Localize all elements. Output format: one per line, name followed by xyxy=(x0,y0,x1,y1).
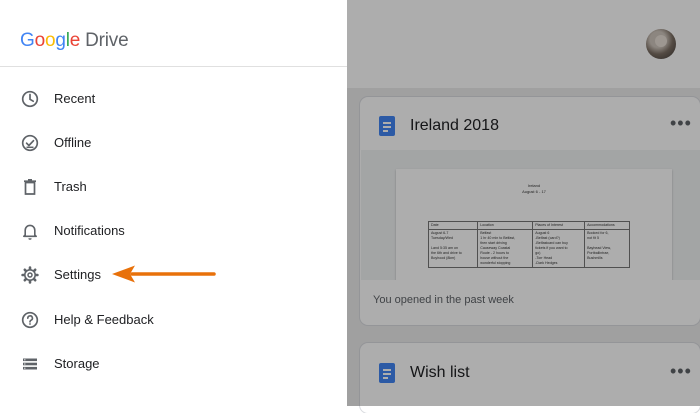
google-wordmark-letter: o xyxy=(44,30,56,51)
drawer-item-label: Settings xyxy=(54,267,101,282)
storage-icon xyxy=(20,354,40,374)
drawer-item-trash[interactable]: Trash xyxy=(0,167,347,207)
drawer-item-label: Help & Feedback xyxy=(54,312,154,327)
google-wordmark-letter: G xyxy=(20,30,35,51)
drawer-item-offline[interactable]: Offline xyxy=(0,123,347,163)
clock-icon xyxy=(20,89,40,109)
google-wordmark-letter: g xyxy=(55,30,66,51)
offline-check-icon xyxy=(20,133,40,153)
google-wordmark-letter: o xyxy=(34,30,46,51)
google-wordmark-letter: e xyxy=(69,30,81,51)
drawer-item-label: Trash xyxy=(54,179,87,194)
help-icon xyxy=(20,310,40,330)
drawer-item-notifications[interactable]: Notifications xyxy=(0,211,347,251)
drawer-item-label: Offline xyxy=(54,135,92,150)
drawer-item-label: Recent xyxy=(54,91,96,106)
drawer-item-label: Storage xyxy=(54,356,100,371)
google-drive-logo: Google Drive xyxy=(20,30,129,52)
drawer-item-storage[interactable]: Storage xyxy=(0,344,347,384)
gear-icon xyxy=(20,265,40,285)
bell-icon xyxy=(20,221,40,241)
drawer-divider xyxy=(0,66,347,67)
drawer-item-label: Notifications xyxy=(54,223,125,238)
drawer-item-help-feedback[interactable]: Help & Feedback xyxy=(0,300,347,340)
drive-wordmark: Drive xyxy=(85,30,129,51)
trash-icon xyxy=(20,177,40,197)
google-wordmark: Google xyxy=(20,30,80,51)
drawer-item-recent[interactable]: Recent xyxy=(0,79,347,119)
orange-arrow-annotation xyxy=(112,265,216,283)
navigation-drawer: Google Drive Recent Offline Trash Notific… xyxy=(0,0,347,406)
